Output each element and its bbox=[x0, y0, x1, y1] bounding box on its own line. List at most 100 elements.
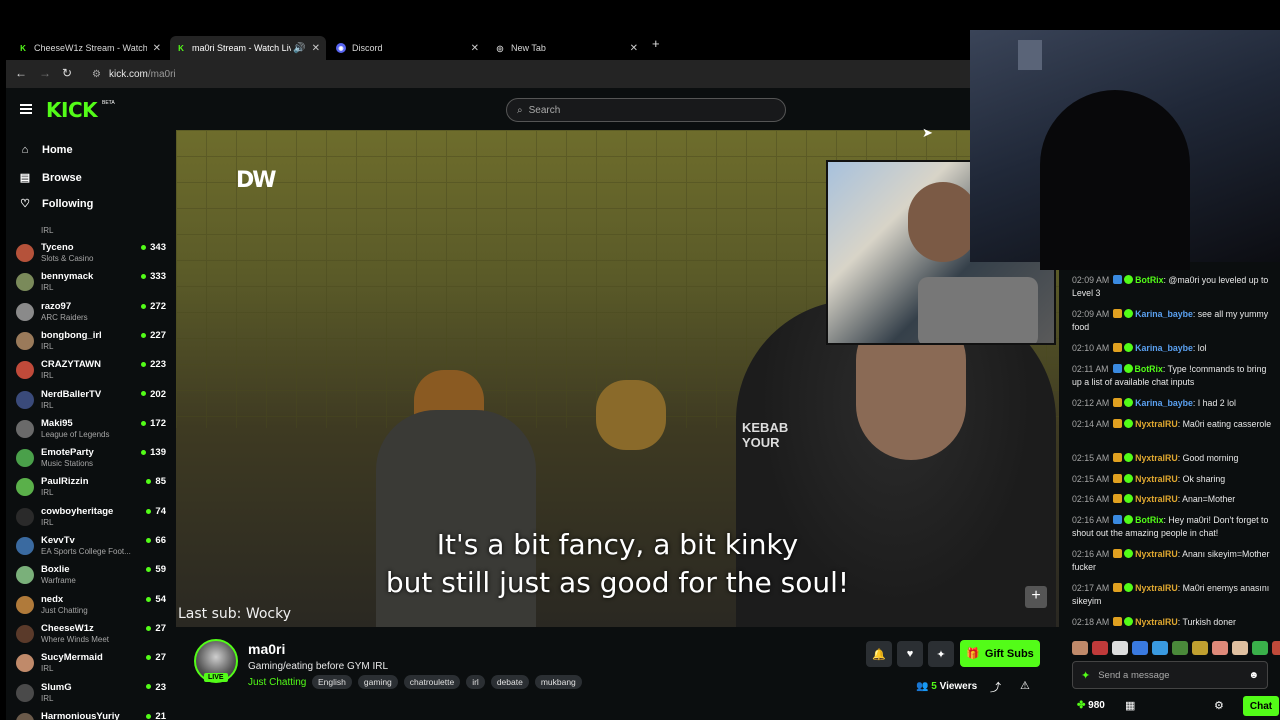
emote-icon[interactable] bbox=[1112, 641, 1128, 655]
reload-icon[interactable]: ↻ bbox=[62, 66, 72, 80]
emote-icon[interactable] bbox=[1132, 641, 1148, 655]
chat-username[interactable]: NyxtralRU bbox=[1135, 549, 1178, 559]
nav-following[interactable]: ♡ Following bbox=[18, 197, 93, 211]
sidebar-channel[interactable]: CRAZYTAWN IRL 223 bbox=[16, 359, 166, 388]
sidebar-channel[interactable]: CheeseW1z Where Winds Meet 27 bbox=[16, 623, 166, 652]
audio-playing-icon[interactable]: 🔊 bbox=[293, 43, 305, 54]
sidebar-channel[interactable]: PaulRizzin IRL 85 bbox=[16, 476, 166, 505]
chat-timestamp: 02:16 AM bbox=[1072, 515, 1110, 525]
sidebar-channel[interactable]: Tyceno Slots & Casino 343 bbox=[16, 242, 166, 271]
close-tab-icon[interactable]: ✕ bbox=[471, 43, 479, 54]
browser-tab[interactable]: K CheeseW1z Stream - Watch Live ✕ bbox=[12, 36, 167, 60]
stream-category-link[interactable]: Just Chatting bbox=[248, 677, 306, 688]
viewer-count: 👥 5 Viewers bbox=[916, 681, 977, 692]
sidebar-channel[interactable]: cowboyheritage IRL 74 bbox=[16, 506, 166, 535]
streamer-name[interactable]: ma0ri bbox=[248, 641, 285, 657]
chat-username[interactable]: NyxtralRU bbox=[1135, 494, 1178, 504]
follow-heart-button[interactable]: ♥ bbox=[897, 641, 923, 667]
chat-username[interactable]: Karina_baybe bbox=[1135, 309, 1193, 319]
report-warning-icon[interactable]: ⚠ bbox=[1020, 679, 1030, 692]
chat-send-button[interactable]: Chat bbox=[1243, 696, 1279, 716]
chat-message-input[interactable]: ✦ Send a message ☻ bbox=[1072, 661, 1268, 689]
channel-name: bennymack bbox=[41, 271, 94, 283]
menu-icon[interactable] bbox=[20, 104, 32, 114]
sidebar-channel[interactable]: bennymack IRL 333 bbox=[16, 271, 166, 300]
address-bar[interactable]: ⚙ kick.com/ma0ri bbox=[92, 64, 962, 84]
forward-arrow-icon[interactable]: → bbox=[39, 66, 51, 80]
channel-name: CheeseW1z bbox=[41, 622, 94, 634]
tag[interactable]: debate bbox=[490, 675, 529, 689]
sidebar-channel[interactable]: razo97 ARC Raiders 272 bbox=[16, 301, 166, 330]
settings-gear-icon[interactable]: ⚙ bbox=[1214, 699, 1224, 712]
kick-header: KICK BETA ⌕ Search bbox=[6, 88, 970, 130]
browser-tab-active[interactable]: K ma0ri Stream - Watch Live o 🔊 ✕ bbox=[170, 36, 326, 60]
new-tab-plus-icon[interactable]: + bbox=[652, 36, 660, 51]
sidebar-channel[interactable]: bongbong_irl IRL 227 bbox=[16, 330, 166, 359]
chat-username[interactable]: Karina_baybe bbox=[1135, 398, 1193, 408]
sidebar-channel[interactable]: KevvTv EA Sports College Foot... 66 bbox=[16, 535, 166, 564]
emote-icon[interactable] bbox=[1092, 641, 1108, 655]
chat-username[interactable]: NyxtralRU bbox=[1135, 617, 1178, 627]
browser-tab[interactable]: ◎ New Tab ✕ bbox=[489, 36, 644, 60]
chat-badge-icon bbox=[1113, 275, 1123, 284]
emoji-icon[interactable]: ☻ bbox=[1248, 670, 1259, 681]
emote-icon[interactable] bbox=[1072, 641, 1088, 655]
tag[interactable]: chatroulette bbox=[403, 675, 461, 689]
expand-plus-icon[interactable]: + bbox=[1025, 586, 1047, 608]
emote-icon[interactable] bbox=[1232, 641, 1248, 655]
chat-text: I had 2 lol bbox=[1197, 398, 1236, 408]
sidebar-channel[interactable]: Maki95 League of Legends 172 bbox=[16, 418, 166, 447]
store-icon[interactable]: ▦ bbox=[1125, 699, 1135, 712]
search-input[interactable]: ⌕ Search bbox=[506, 98, 786, 122]
sidebar-channel[interactable]: Boxlie Warframe 59 bbox=[16, 564, 166, 593]
chat-username[interactable]: BotRix bbox=[1135, 364, 1163, 374]
emote-icon[interactable] bbox=[1252, 641, 1268, 655]
live-dot-icon bbox=[146, 508, 152, 514]
site-info-icon[interactable]: ⚙ bbox=[92, 69, 101, 80]
close-tab-icon[interactable]: ✕ bbox=[630, 43, 638, 54]
sidebar-channel[interactable]: SucyMermaid IRL 27 bbox=[16, 652, 166, 681]
tag[interactable]: irl bbox=[466, 675, 485, 689]
chat-username[interactable]: BotRix bbox=[1135, 515, 1163, 525]
sidebar-channel[interactable]: SlumG IRL 23 bbox=[16, 682, 166, 711]
sidebar-channel[interactable]: NerdBallerTV IRL 202 bbox=[16, 389, 166, 418]
browser-tab[interactable]: ◉ Discord ✕ bbox=[330, 36, 485, 60]
nav-home[interactable]: ⌂ Home bbox=[18, 144, 73, 156]
emote-icon[interactable] bbox=[1272, 641, 1280, 655]
sidebar-channel[interactable]: HarmoniousYuriy 21 bbox=[16, 711, 166, 720]
emote-icon[interactable] bbox=[1212, 641, 1228, 655]
share-icon[interactable]: ⤴ bbox=[990, 679, 1001, 695]
kick-logo[interactable]: KICK bbox=[46, 98, 98, 122]
sidebar-channel[interactable]: EmoteParty Music Stations 139 bbox=[16, 447, 166, 476]
close-tab-icon[interactable]: ✕ bbox=[312, 43, 320, 54]
chat-username[interactable]: NyxtralRU bbox=[1135, 583, 1178, 593]
channel-category: Just Chatting bbox=[41, 605, 88, 615]
points-value: 980 bbox=[1088, 700, 1105, 711]
nav-browse[interactable]: ▤ Browse bbox=[18, 171, 82, 185]
close-tab-icon[interactable]: ✕ bbox=[153, 43, 161, 54]
emote-icon[interactable] bbox=[1192, 641, 1208, 655]
sparkle-button[interactable]: ✦ bbox=[928, 641, 954, 667]
chat-message: 02:14 AM NyxtralRU: Ma0ri eating casserol… bbox=[1072, 418, 1272, 431]
viewer-number: 66 bbox=[155, 535, 166, 546]
chat-username[interactable]: Karina_baybe bbox=[1135, 343, 1193, 353]
back-arrow-icon[interactable]: ← bbox=[15, 66, 27, 80]
channel-points[interactable]: ✤ 980 bbox=[1077, 700, 1105, 711]
notification-bell-button[interactable]: 🔔 bbox=[866, 641, 892, 667]
live-dot-icon bbox=[141, 244, 147, 250]
chat-username[interactable]: NyxtralRU bbox=[1135, 453, 1178, 463]
gift-subs-button[interactable]: 🎁 Gift Subs bbox=[960, 640, 1040, 667]
sidebar-channel[interactable]: nedx Just Chatting 54 bbox=[16, 594, 166, 623]
heart-icon: ♡ bbox=[20, 198, 30, 210]
chat-username[interactable]: BotRix bbox=[1135, 275, 1163, 285]
tag[interactable]: mukbang bbox=[534, 675, 582, 689]
video-player[interactable]: KEBAB YOUR DW It's a bit fancy, a bit ki… bbox=[176, 130, 1059, 627]
chat-username[interactable]: NyxtralRU bbox=[1135, 474, 1178, 484]
emote-icon[interactable] bbox=[1172, 641, 1188, 655]
chat-username[interactable]: NyxtralRU bbox=[1135, 419, 1178, 429]
tag[interactable]: English bbox=[312, 675, 352, 689]
chat-badge-icon bbox=[1124, 583, 1134, 592]
tab-title: Discord bbox=[352, 43, 383, 53]
emote-icon[interactable] bbox=[1152, 641, 1168, 655]
tag[interactable]: gaming bbox=[357, 675, 398, 689]
